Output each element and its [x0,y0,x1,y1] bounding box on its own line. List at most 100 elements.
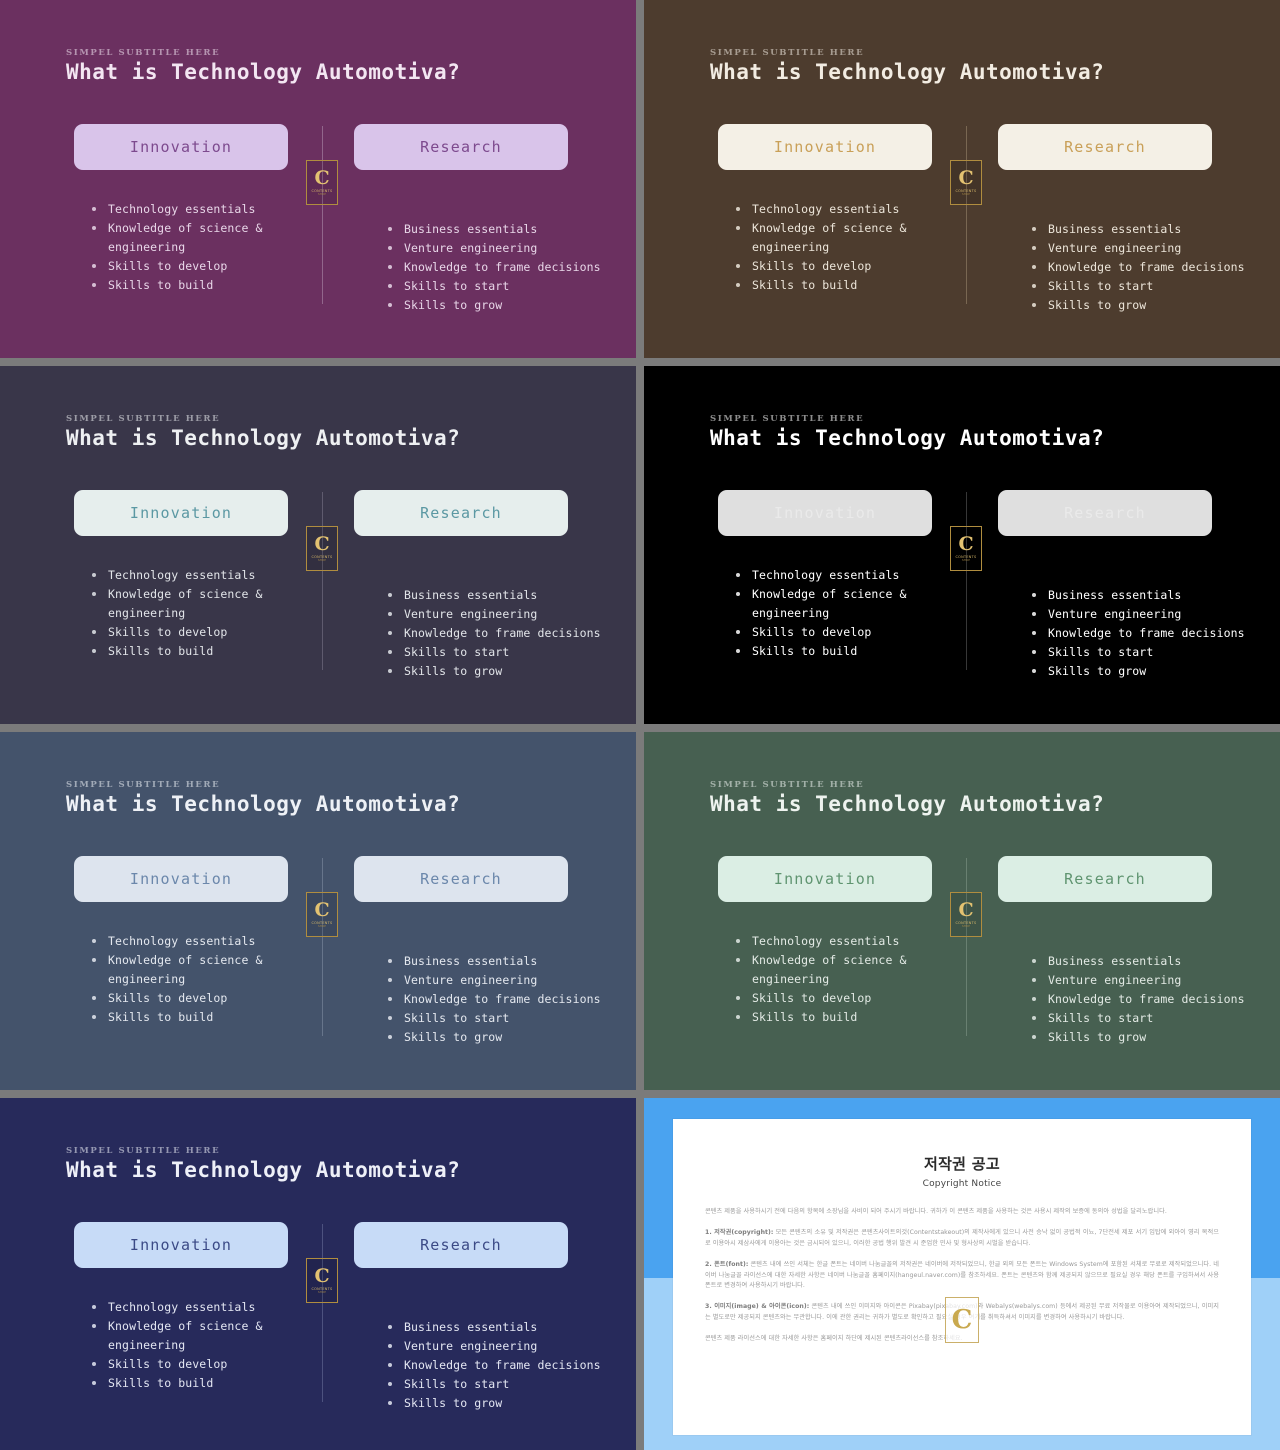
right-bullet: Skills to grow [1030,296,1248,315]
card-research[interactable]: Research [998,856,1212,902]
right-bullet: Business essentials [1030,586,1248,605]
badge-label-secondary: SHOP [317,558,326,562]
column-research: Research Business essentials Venture engi… [998,856,1245,1047]
badge-label-secondary: SHOP [317,924,326,928]
badge-letter: C [314,532,330,555]
right-bullet: Skills to start [1030,643,1248,662]
slide-slate[interactable]: SIMPEL SUBTITLE HERE What is Technology … [0,366,636,724]
right-bullet: Skills to start [1030,1009,1248,1028]
contents-badge-icon: C CONTENTS SHOP [950,160,982,205]
bullet-list-research: Business essentials Venture engineering Kn… [354,952,604,1047]
left-bullet: Technology essentials [90,200,288,219]
contents-badge-icon: C CONTENTS SHOP [306,892,338,937]
left-bullet: Skills to develop [734,989,932,1008]
right-bullet: Knowledge to frame decisions [386,1356,604,1375]
right-bullet: Venture engineering [1030,239,1248,258]
bullet-list-innovation: Technology essentials Knowledge of scienc… [718,932,932,1027]
right-bullet: Skills to start [386,643,604,662]
right-bullet: Skills to grow [1030,1028,1248,1047]
slide-title: What is Technology Automotiva? [710,426,1105,450]
right-bullet: Skills to grow [1030,662,1248,681]
column-innovation: Innovation Technology essentials Knowledg… [74,124,288,295]
slide-plum[interactable]: SIMPEL SUBTITLE HERE What is Technology … [0,0,636,358]
bullet-list-innovation: Technology essentials Knowledge of scienc… [718,200,932,295]
center-divider-line [322,126,323,304]
contents-badge-icon: C CONTENTS SHOP [306,160,338,205]
slide-steel[interactable]: SIMPEL SUBTITLE HERE What is Technology … [0,732,636,1090]
card-research[interactable]: Research [354,856,568,902]
left-bullet: Skills to build [734,276,932,295]
left-bullet: Skills to develop [734,257,932,276]
card-innovation[interactable]: Innovation [74,856,288,902]
right-bullet: Business essentials [386,220,604,239]
copyright-item: 2. 폰트(font): 콘텐츠 내에 쓰인 서체는 한글 폰트는 네이버 나눔… [705,1260,1219,1291]
column-research: Research Business essentials Venture engi… [998,490,1245,681]
bullet-list-innovation: Technology essentials Knowledge of scienc… [718,566,932,661]
copyright-subtitle: Copyright Notice [922,1179,1002,1189]
right-bullet: Venture engineering [386,605,604,624]
slide-subtitle: SIMPEL SUBTITLE HERE [710,414,865,424]
slide-subtitle: SIMPEL SUBTITLE HERE [66,1146,221,1156]
card-research[interactable]: Research [354,124,568,170]
column-innovation: Innovation Technology essentials Knowledg… [718,124,932,295]
card-research[interactable]: Research [998,124,1212,170]
card-innovation[interactable]: Innovation [718,856,932,902]
left-bullet: Technology essentials [90,1298,288,1317]
slide-green[interactable]: SIMPEL SUBTITLE HERE What is Technology … [644,732,1280,1090]
left-bullet: Technology essentials [90,566,288,585]
contents-badge-icon: C CONTENTS SHOP [306,1258,338,1303]
copyright-item-label: 2. 폰트(font): [705,1261,749,1269]
left-bullet: Skills to build [90,1008,288,1027]
slide-black[interactable]: SIMPEL SUBTITLE HERE What is Technology … [644,366,1280,724]
badge-letter: C [314,1264,330,1287]
left-bullet: Skills to build [90,276,288,295]
slide-title: What is Technology Automotiva? [66,792,461,816]
bullet-list-innovation: Technology essentials Knowledge of scienc… [74,566,288,661]
left-bullet: Knowledge of science & engineering [734,585,932,623]
card-research[interactable]: Research [354,1222,568,1268]
right-bullet: Skills to grow [386,1394,604,1413]
slide-copyright-notice[interactable]: 저작권 공고 Copyright Notice 콘텐츠 제품을 사용하시기 전에… [644,1098,1280,1450]
left-bullet: Knowledge of science & engineering [734,219,932,257]
card-research[interactable]: Research [354,490,568,536]
center-divider-line [322,492,323,670]
right-bullet: Skills to start [386,1375,604,1394]
card-innovation[interactable]: Innovation [74,124,288,170]
left-bullet: Skills to build [90,642,288,661]
right-bullet: Skills to grow [386,662,604,681]
bullet-list-research: Business essentials Venture engineering Kn… [354,1318,604,1413]
center-divider-line [322,858,323,1036]
bullet-list-innovation: Technology essentials Knowledge of scienc… [74,1298,288,1393]
right-bullet: Business essentials [386,1318,604,1337]
card-research[interactable]: Research [998,490,1212,536]
contents-badge-icon: C CONTENTS SHOP [950,892,982,937]
card-innovation[interactable]: Innovation [74,1222,288,1268]
right-bullet: Venture engineering [1030,605,1248,624]
left-bullet: Knowledge of science & engineering [90,951,288,989]
column-innovation: Innovation Technology essentials Knowledg… [74,1222,288,1393]
left-bullet: Skills to build [90,1374,288,1393]
left-bullet: Knowledge of science & engineering [90,1317,288,1355]
right-bullet: Business essentials [1030,220,1248,239]
left-bullet: Skills to build [734,1008,932,1027]
card-innovation[interactable]: Innovation [718,124,932,170]
right-bullet: Skills to grow [386,1028,604,1047]
slide-title: What is Technology Automotiva? [66,60,461,84]
copyright-item-text: 콘텐츠 내에 쓰인 서체는 한글 폰트는 네이버 나눔글꼴의 저작권은 네이버에… [705,1261,1220,1290]
center-divider-line [966,126,967,304]
slide-brown[interactable]: SIMPEL SUBTITLE HERE What is Technology … [644,0,1280,358]
column-research: Research Business essentials Venture engi… [354,1222,601,1413]
card-innovation[interactable]: Innovation [718,490,932,536]
right-bullet: Knowledge to frame decisions [1030,624,1248,643]
copyright-item-label: 1. 저작권(copyright): [705,1229,774,1237]
bullet-list-research: Business essentials Venture engineering Kn… [354,220,604,315]
contents-watermark-letter: C [951,1305,973,1335]
slide-navy[interactable]: SIMPEL SUBTITLE HERE What is Technology … [0,1098,636,1450]
left-bullet: Knowledge of science & engineering [90,219,288,257]
right-bullet: Venture engineering [386,1337,604,1356]
copyright-title: 저작권 공고 [923,1155,1001,1173]
right-bullet: Knowledge to frame decisions [1030,990,1248,1009]
copyright-item-text: 모든 콘텐츠의 소유 및 저작권은 콘텐츠사이트의것(Contentstakeo… [705,1229,1219,1247]
card-innovation[interactable]: Innovation [74,490,288,536]
column-research: Research Business essentials Venture engi… [354,856,601,1047]
